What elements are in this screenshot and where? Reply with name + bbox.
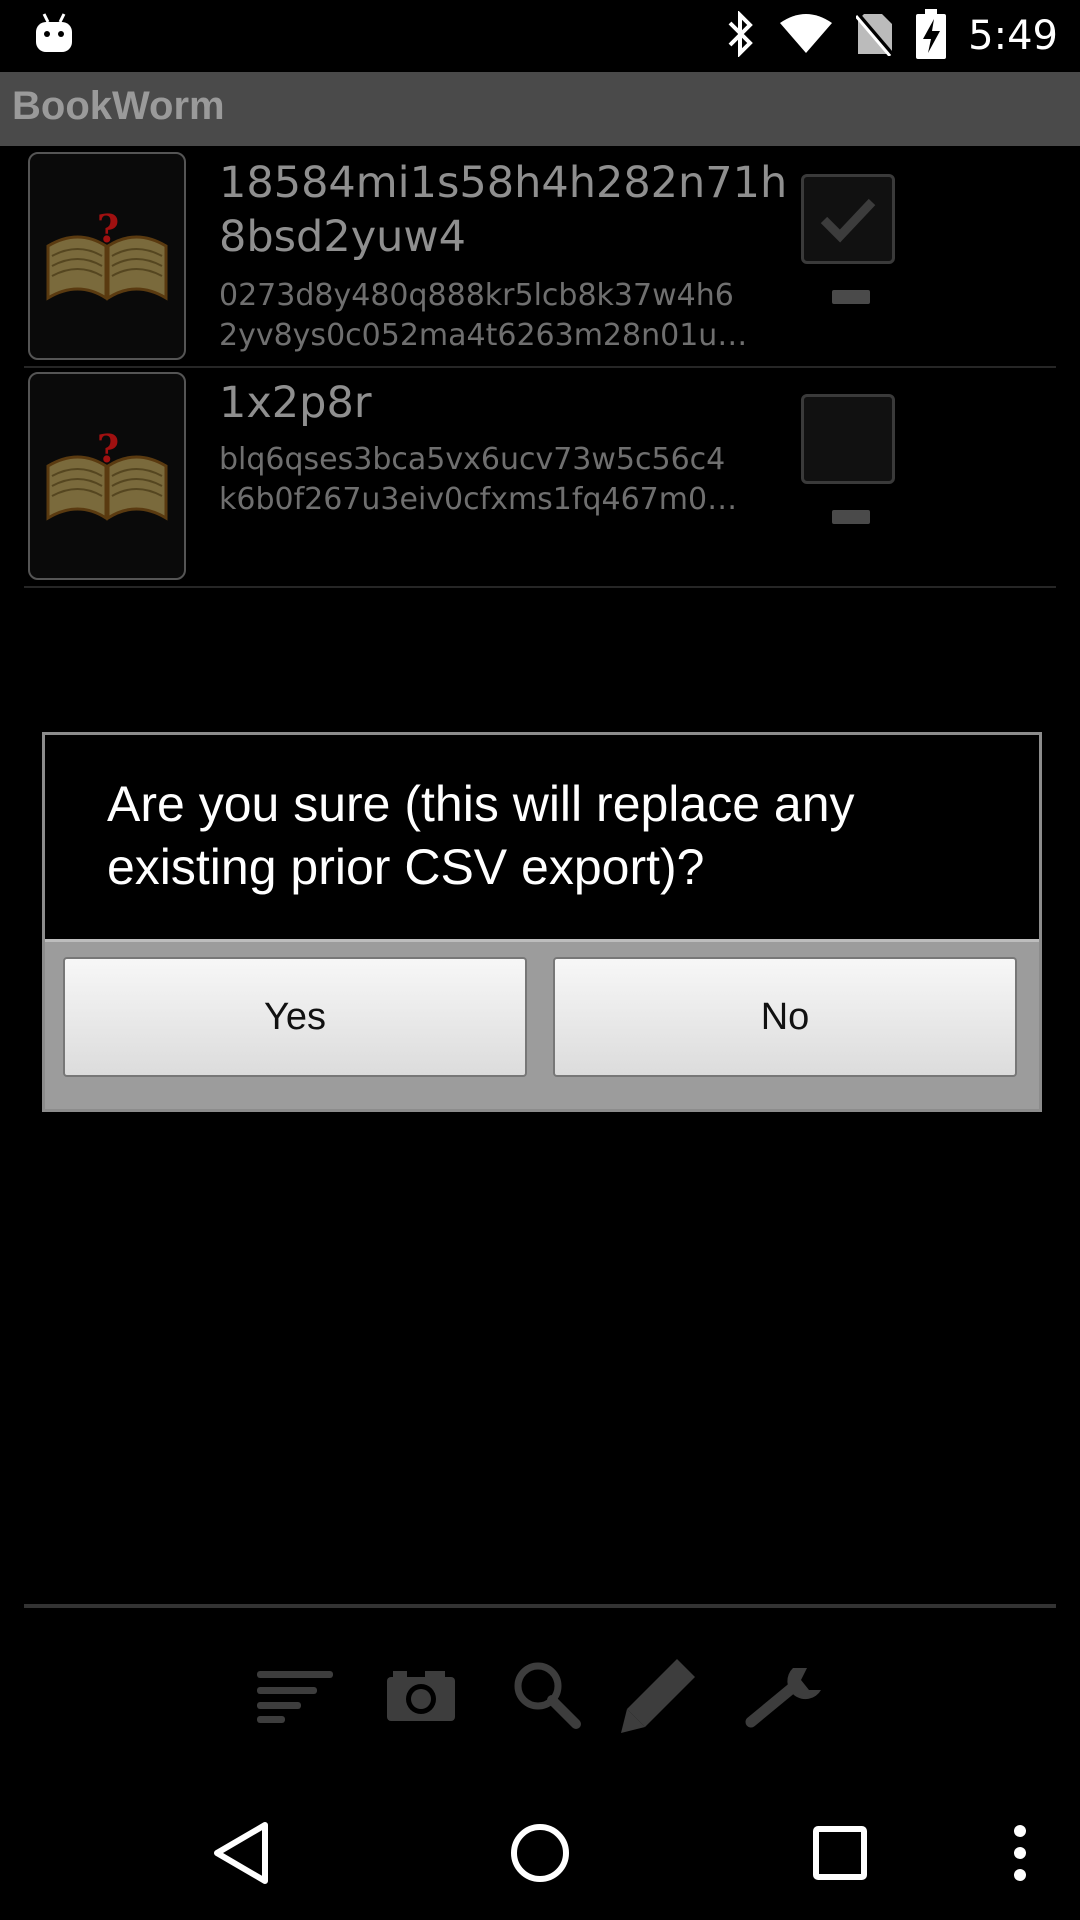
checkmark-icon	[820, 198, 876, 243]
book-checkbox[interactable]	[801, 394, 895, 484]
home-icon[interactable]	[495, 1808, 585, 1898]
svg-text:?: ?	[97, 426, 119, 471]
list-item[interactable]: ? 1x2p8r blq6qses3bca5vx6ucv73w5c56c4 k6…	[24, 368, 1056, 588]
navigation-bar	[0, 1780, 1080, 1920]
book-title: 18584mi1s58h4h282n71h8bsd2yuw4	[219, 158, 788, 262]
book-title: 1x2p8r	[219, 378, 372, 428]
android-icon	[34, 12, 74, 60]
settings-wrench-icon[interactable]	[740, 1650, 830, 1740]
list-item[interactable]: ? 18584mi1s58h4h282n71h8bsd2yuw4 0273d8y…	[24, 148, 1056, 368]
camera-icon[interactable]	[376, 1650, 466, 1740]
book-description-line: 0273d8y480q888kr5lcb8k37w4h6	[219, 278, 734, 313]
book-description: blq6qses3bca5vx6ucv73w5c56c4 k6b0f267u3e…	[219, 440, 789, 520]
dialog-message: Are you sure (this will replace any exis…	[107, 776, 855, 895]
confirm-dialog: Are you sure (this will replace any exis…	[42, 732, 1042, 1112]
item-indicator	[832, 510, 870, 524]
book-checkbox[interactable]	[801, 174, 895, 264]
no-sim-icon	[855, 12, 894, 60]
sort-icon[interactable]	[250, 1650, 340, 1740]
book-description-line: k6b0f267u3eiv0cfxms1fq467m0…	[219, 482, 738, 517]
battery-charging-icon	[916, 9, 947, 63]
svg-text:?: ?	[97, 206, 119, 251]
status-bar: 5:49	[0, 0, 1080, 72]
dialog-button-bar: Yes No	[45, 939, 1039, 1109]
clock: 5:49	[968, 13, 1058, 59]
unknown-book-icon: ?	[46, 426, 168, 521]
recents-icon[interactable]	[795, 1808, 885, 1898]
back-icon[interactable]	[196, 1808, 286, 1898]
book-description: 0273d8y480q888kr5lcb8k37w4h6 2yv8ys0c052…	[219, 276, 789, 356]
bottom-toolbar	[0, 1650, 1080, 1740]
book-thumbnail[interactable]: ?	[28, 152, 186, 360]
book-description-line: 2yv8ys0c052ma4t6263m28n01u…	[219, 318, 748, 353]
search-icon[interactable]	[502, 1650, 592, 1740]
unknown-book-icon: ?	[46, 206, 168, 301]
item-indicator	[832, 290, 870, 304]
book-thumbnail[interactable]: ?	[28, 372, 186, 580]
wifi-icon	[778, 13, 834, 59]
toolbar-divider	[24, 1604, 1056, 1608]
book-description-line: blq6qses3bca5vx6ucv73w5c56c4	[219, 442, 726, 477]
bluetooth-icon	[726, 10, 756, 61]
edit-icon[interactable]	[614, 1650, 704, 1740]
app-bar: BookWorm	[0, 72, 1080, 146]
overflow-menu-icon[interactable]	[975, 1808, 1065, 1898]
yes-button[interactable]: Yes	[63, 957, 527, 1077]
app-title: BookWorm	[12, 84, 225, 128]
no-button[interactable]: No	[553, 957, 1017, 1077]
